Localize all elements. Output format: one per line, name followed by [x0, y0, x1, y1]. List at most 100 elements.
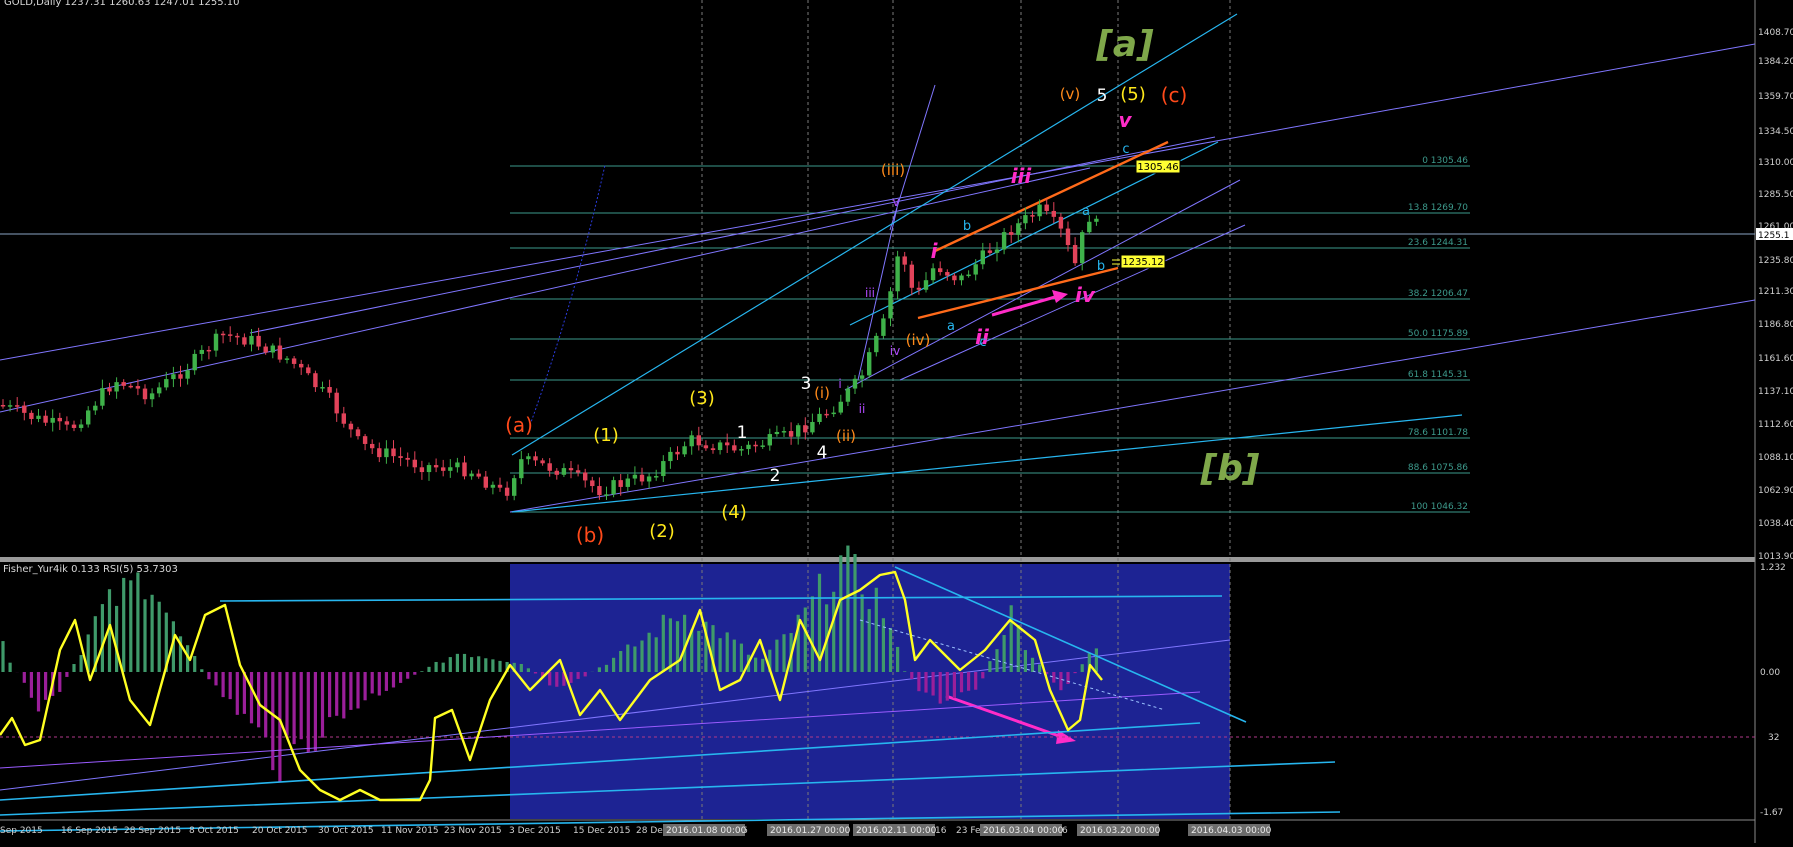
histogram-bar: [37, 672, 40, 711]
wave-label-2-paren: (2): [649, 521, 675, 542]
candle-body: [448, 467, 452, 471]
candle-body: [363, 436, 367, 444]
candle-body: [1080, 232, 1084, 263]
candle-body: [1002, 232, 1006, 249]
candle-body: [725, 442, 729, 445]
candle-body: [1087, 222, 1091, 232]
histogram-bar: [158, 602, 161, 672]
histogram-bar: [364, 672, 367, 700]
wave-label-5-paren: (5): [1120, 84, 1146, 105]
histogram-bar: [598, 667, 601, 672]
time-stamp: 2016.02.11 00:00: [856, 826, 937, 836]
candle-body: [533, 456, 537, 460]
candle-body: [505, 488, 509, 496]
candle-body: [611, 480, 615, 494]
candle-body: [384, 448, 388, 457]
histogram-bar: [427, 667, 430, 672]
candle-body: [72, 425, 76, 428]
fib-label-13-8: 13.8 1269.70: [1408, 203, 1468, 213]
histogram-bar: [420, 671, 423, 672]
candle-body: [79, 424, 83, 427]
candle-body: [171, 374, 175, 379]
candle-body: [974, 264, 978, 274]
fib-label-88-6: 88.6 1075.86: [1408, 463, 1468, 473]
histogram-bar: [648, 633, 651, 672]
candle-body: [491, 485, 495, 488]
candle-body: [462, 462, 466, 476]
histogram-bar: [640, 640, 643, 672]
candle-body: [512, 478, 516, 496]
histogram-bar: [967, 672, 970, 691]
candle-body: [391, 448, 395, 456]
candle-body: [519, 459, 523, 478]
histogram-bar: [356, 672, 359, 708]
indicator-tick: 0.00: [1760, 668, 1780, 678]
time-label: 23 Fe: [956, 826, 981, 836]
histogram-bar: [371, 672, 374, 693]
current-price-tag[interactable]: 1255.1: [1756, 228, 1793, 241]
trading-chart[interactable]: 0 1305.46 13.8 1269.70 23.6 1244.31 38.2…: [0, 0, 1793, 843]
chart-canvas[interactable]: 0 1305.46 13.8 1269.70 23.6 1244.31 38.2…: [0, 0, 1793, 843]
candle-body: [271, 346, 275, 353]
candle-body: [903, 256, 907, 264]
histogram-bar: [23, 672, 26, 683]
histogram-bar: [1010, 605, 1013, 672]
time-label: 16: [935, 826, 947, 836]
wave-label-1: 1: [737, 423, 748, 443]
histogram-bar: [1017, 625, 1020, 672]
time-label: 30 Oct 2015: [318, 826, 374, 836]
histogram-bar: [435, 662, 438, 672]
candle-body: [256, 336, 260, 347]
candle-body: [93, 406, 97, 411]
histogram-bar: [72, 664, 75, 672]
candle-body: [398, 456, 402, 458]
candle-body: [1066, 229, 1070, 245]
candle-body: [739, 449, 743, 451]
wave-label-i-paren: (i): [814, 384, 830, 402]
wave-label-b-paren: (b): [576, 523, 604, 547]
wave-label-4: 4: [817, 443, 828, 463]
price-box-1235-text: 1235.12: [1122, 257, 1163, 268]
histogram-bar: [633, 646, 636, 672]
histogram-bar: [449, 657, 452, 672]
time-label: 11 Nov 2015: [381, 826, 439, 836]
candle-body: [292, 358, 296, 364]
candle-body: [1016, 223, 1020, 235]
wave-label-minor-ii: ii: [859, 402, 866, 416]
candle-body: [888, 291, 892, 318]
time-label: 28 De: [636, 826, 663, 836]
candle-body: [981, 250, 985, 264]
histogram-bar: [740, 644, 743, 672]
candle-body: [327, 387, 331, 393]
histogram-bar: [236, 672, 239, 715]
histogram-bar: [214, 672, 217, 685]
histogram-bar: [207, 672, 210, 679]
histogram-bar: [697, 631, 700, 672]
histogram-bar: [612, 658, 615, 672]
histogram-bar: [889, 628, 892, 672]
histogram-bar: [65, 672, 68, 677]
time-stamp: 2016.01.08 00:00: [666, 826, 747, 836]
pane-separator[interactable]: [0, 557, 1755, 562]
price-tick: 1310.00: [1758, 158, 1793, 168]
chart-title: GOLD,Daily 1237.31 1260.63 1247.01 1255.…: [4, 0, 240, 8]
candle-body: [690, 435, 694, 446]
histogram-bar: [1, 641, 4, 672]
histogram-bar: [946, 672, 949, 701]
histogram-bar: [349, 672, 352, 710]
candle-body: [455, 462, 459, 467]
price-box-1305[interactable]: 1305.46: [1136, 160, 1180, 173]
price-tick: 1112.60: [1758, 420, 1793, 430]
candle-body: [264, 347, 268, 353]
candle-body: [668, 452, 672, 461]
histogram-bar: [271, 672, 274, 770]
histogram-bar: [754, 658, 757, 672]
time-stamp: 2016.04.03 00:00: [1191, 826, 1272, 836]
candle-body: [207, 350, 211, 352]
histogram-bar: [9, 663, 12, 672]
candle-body: [924, 280, 928, 290]
wave-label-c-lower: c: [979, 335, 986, 350]
candle-body: [874, 336, 878, 352]
candle-body: [1045, 205, 1049, 211]
candle-body: [235, 336, 239, 338]
